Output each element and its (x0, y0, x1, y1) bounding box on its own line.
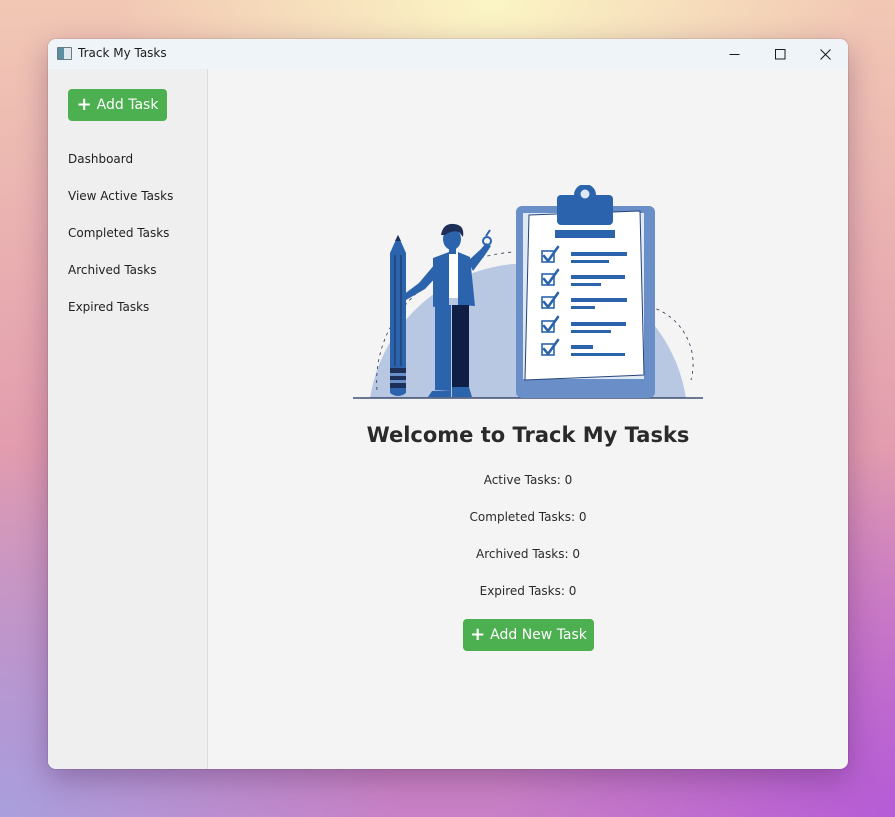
plus-icon: + (470, 624, 486, 645)
add-task-label: Add Task (96, 97, 159, 113)
completed-tasks-count: Completed Tasks: 0 (469, 510, 587, 524)
task-illustration (353, 185, 703, 399)
sidebar-item-archived-tasks[interactable]: Archived Tasks (68, 263, 156, 277)
add-task-button[interactable]: + Add Task (68, 89, 167, 121)
sidebar: + Add Task Dashboard View Active Tasks C… (48, 69, 208, 769)
window-title: Track My Tasks (78, 46, 167, 60)
plus-icon: + (76, 94, 92, 115)
app-window: Track My Tasks + Add Task Dashboard View… (48, 39, 848, 769)
title-bar[interactable]: Track My Tasks (48, 39, 848, 69)
close-icon (819, 48, 831, 60)
archived-tasks-count: Archived Tasks: 0 (476, 547, 580, 561)
sidebar-item-dashboard[interactable]: Dashboard (68, 152, 133, 166)
minimize-button[interactable] (711, 39, 757, 69)
dashboard-main: Welcome to Track My Tasks Active Tasks: … (208, 69, 848, 769)
add-new-task-button[interactable]: + Add New Task (463, 619, 594, 651)
sidebar-item-view-active-tasks[interactable]: View Active Tasks (68, 189, 173, 203)
close-button[interactable] (802, 39, 848, 69)
maximize-button[interactable] (757, 39, 803, 69)
add-new-task-label: Add New Task (490, 627, 587, 643)
minimize-icon (729, 53, 739, 55)
active-tasks-count: Active Tasks: 0 (483, 473, 573, 487)
welcome-heading: Welcome to Track My Tasks (366, 423, 690, 447)
maximize-icon (774, 48, 785, 59)
app-icon (57, 47, 72, 60)
sidebar-item-expired-tasks[interactable]: Expired Tasks (68, 300, 149, 314)
sidebar-item-completed-tasks[interactable]: Completed Tasks (68, 226, 169, 240)
expired-tasks-count: Expired Tasks: 0 (479, 584, 577, 598)
